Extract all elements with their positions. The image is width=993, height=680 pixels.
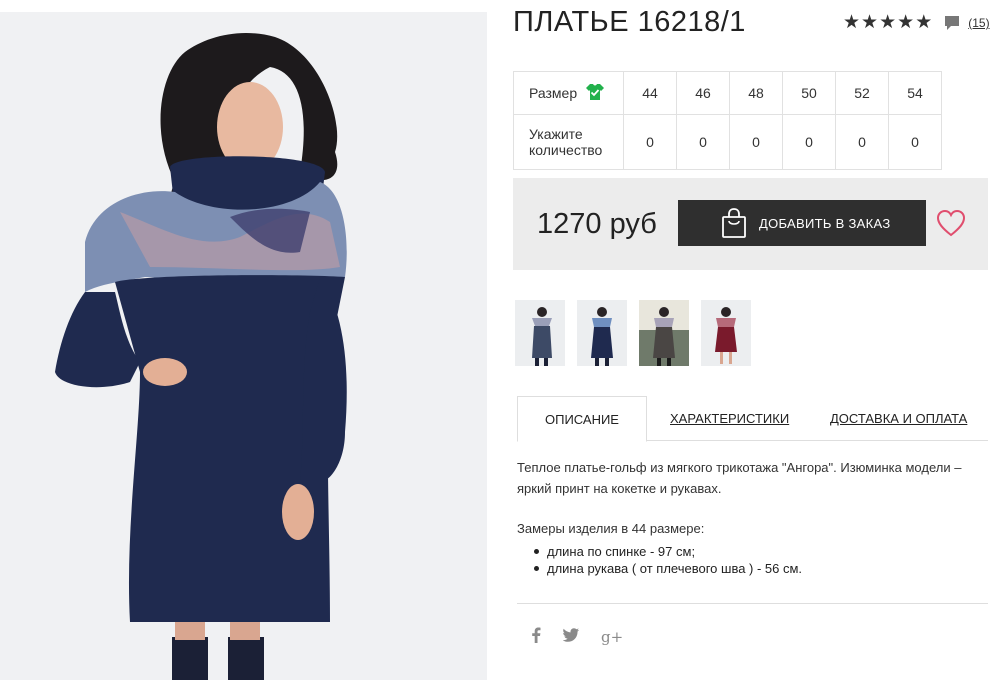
quantity-input-48[interactable]: 0	[729, 114, 783, 170]
google-plus-icon[interactable]: g+	[601, 628, 623, 646]
size-option-48[interactable]: 48	[729, 71, 783, 115]
size-quantity-table: Размер 44 46 48 50 52 54 Укажите количес…	[513, 71, 942, 170]
list-item: длина рукава ( от плечевого шва ) - 56 с…	[534, 560, 802, 577]
tab-description[interactable]: ОПИСАНИЕ	[517, 396, 647, 442]
thumbnail-grey-print[interactable]	[639, 300, 689, 366]
divider	[517, 603, 988, 604]
star-icon[interactable]: ★	[879, 12, 896, 34]
size-option-44[interactable]: 44	[623, 71, 677, 115]
shopping-bag-icon	[721, 208, 747, 241]
star-icon[interactable]: ★	[843, 12, 860, 34]
quantity-input-50[interactable]: 0	[782, 114, 836, 170]
quantity-input-44[interactable]: 0	[623, 114, 677, 170]
product-tabs: ОПИСАНИЕ ХАРАКТЕРИСТИКИ ДОСТАВКА И ОПЛАТ…	[517, 396, 988, 442]
quantity-label-line1: Укажите	[529, 126, 583, 142]
product-main-image[interactable]	[0, 12, 487, 680]
product-description: Теплое платье-гольф из мягкого трикотажа…	[517, 460, 962, 496]
size-row: Размер 44 46 48 50 52 54	[513, 71, 942, 115]
size-option-46[interactable]: 46	[676, 71, 730, 115]
add-to-order-button[interactable]: ДОБАВИТЬ В ЗАКАЗ	[678, 200, 926, 246]
product-price: 1270 руб	[537, 208, 657, 240]
star-icon[interactable]: ★	[897, 12, 914, 34]
quantity-row: Укажите количество 0 0 0 0 0 0	[513, 114, 942, 170]
product-title: ПЛАТЬЕ 16218/1	[513, 6, 746, 38]
size-option-50[interactable]: 50	[782, 71, 836, 115]
star-icon[interactable]: ★	[915, 12, 932, 34]
size-header-cell: Размер	[513, 71, 624, 115]
quantity-input-54[interactable]: 0	[888, 114, 942, 170]
quantity-header-cell: Укажите количество	[513, 114, 624, 170]
size-label: Размер	[529, 85, 578, 101]
add-to-order-label: ДОБАВИТЬ В ЗАКАЗ	[759, 215, 891, 231]
product-rating[interactable]: ★ ★ ★ ★ ★ (15)	[843, 12, 990, 34]
tab-delivery-payment[interactable]: ДОСТАВКА И ОПЛАТА	[830, 396, 967, 441]
size-option-52[interactable]: 52	[835, 71, 889, 115]
social-share-bar: g+	[531, 627, 623, 647]
quantity-label-line2: количество	[529, 142, 603, 158]
wishlist-heart-icon[interactable]	[936, 209, 966, 242]
thumbnail-navy-print-front[interactable]	[577, 300, 627, 366]
measurements-title: Замеры изделия в 44 размере:	[517, 521, 705, 536]
thumbnail-navy-print[interactable]	[515, 300, 565, 366]
thumbnail-burgundy[interactable]	[701, 300, 751, 366]
order-panel: 1270 руб ДОБАВИТЬ В ЗАКАЗ	[513, 178, 988, 270]
twitter-icon[interactable]	[562, 628, 579, 646]
reviews-count-link[interactable]: (15)	[968, 16, 989, 30]
tab-characteristics[interactable]: ХАРАКТЕРИСТИКИ	[670, 396, 789, 441]
dress-photo-illustration	[0, 12, 487, 680]
quantity-input-52[interactable]: 0	[835, 114, 889, 170]
comment-icon[interactable]	[944, 15, 960, 31]
thumbnail-gallery	[515, 300, 751, 366]
size-chart-icon[interactable]	[585, 83, 605, 104]
star-icon[interactable]: ★	[861, 12, 878, 34]
list-item: длина по спинке - 97 см;	[534, 543, 802, 560]
quantity-input-46[interactable]: 0	[676, 114, 730, 170]
facebook-icon[interactable]	[531, 627, 541, 647]
measurements-list: длина по спинке - 97 см; длина рукава ( …	[534, 543, 802, 577]
size-option-54[interactable]: 54	[888, 71, 942, 115]
